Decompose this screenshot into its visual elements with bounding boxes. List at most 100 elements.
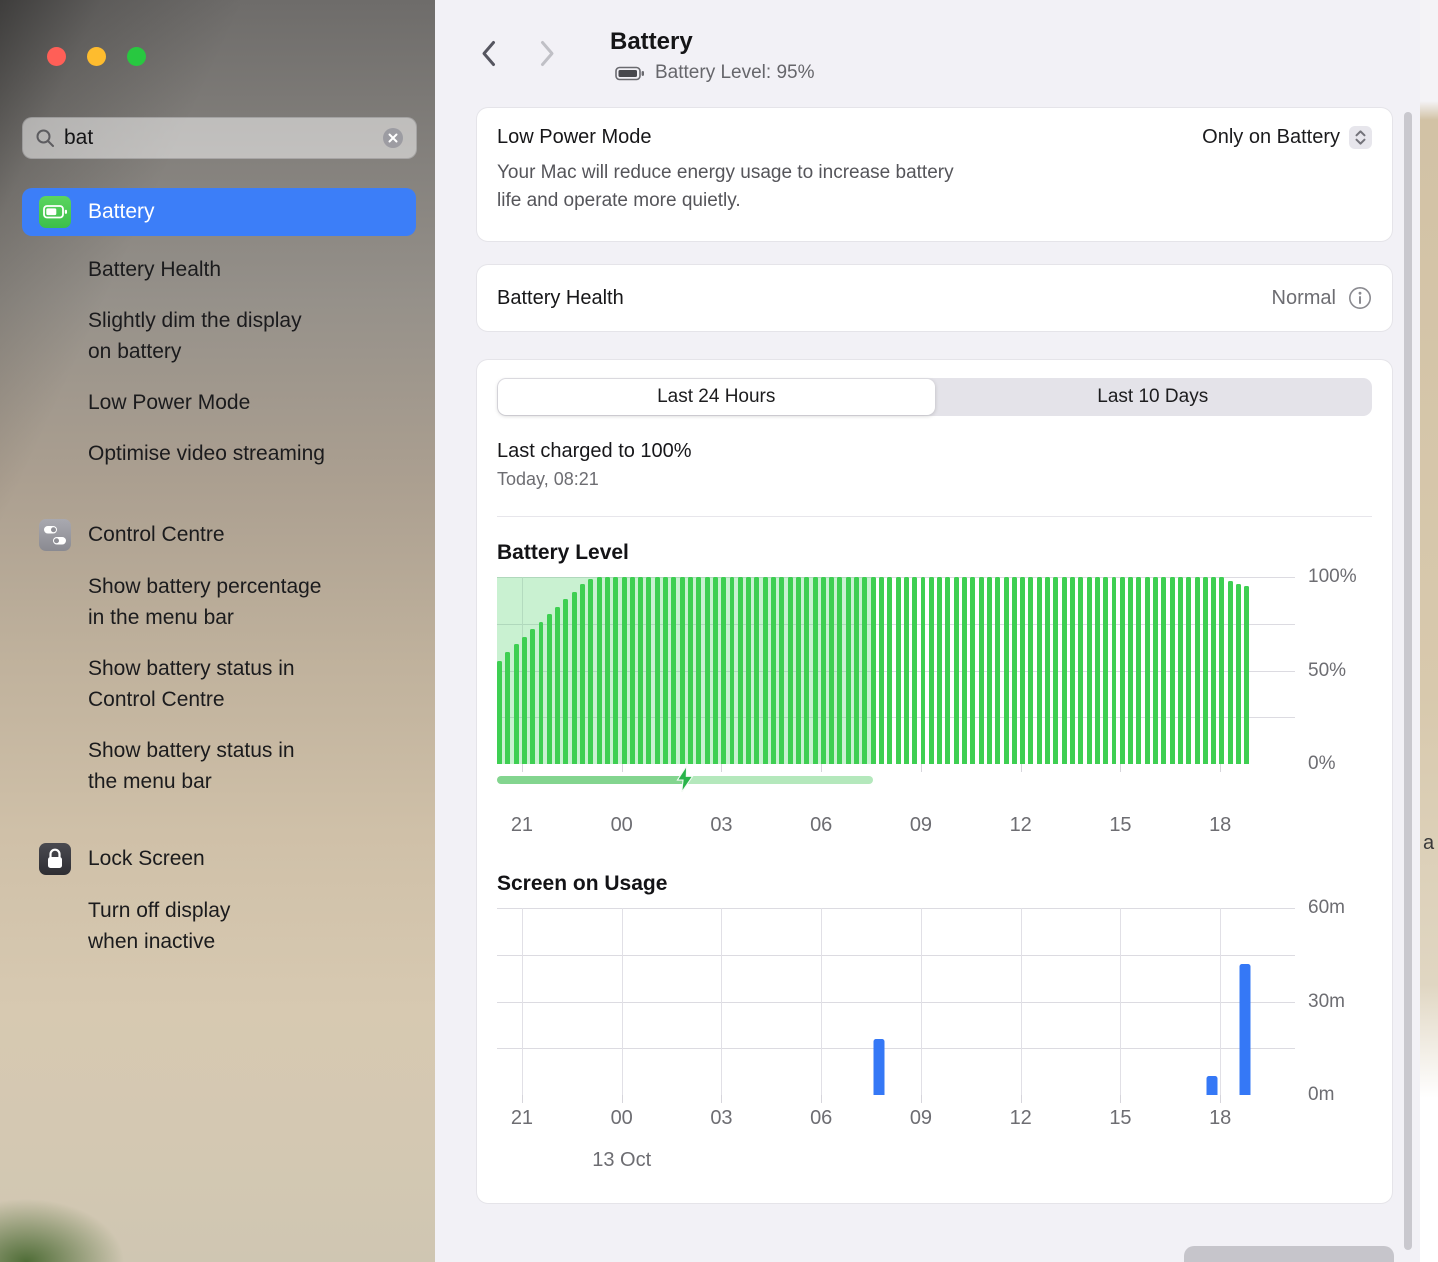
gridline-h (497, 908, 1295, 909)
battery-level-bar (663, 577, 669, 764)
battery-level-bar (721, 577, 727, 764)
scrollbar[interactable] (1404, 112, 1412, 1250)
sidebar-item-low-power-mode[interactable]: Low Power Mode (88, 387, 388, 418)
battery-level-bar (746, 577, 752, 764)
sidebar-item-optimise-video[interactable]: Optimise video streaming (88, 438, 388, 469)
search-input[interactable] (64, 126, 373, 150)
battery-level-bar (862, 577, 868, 764)
page-title: Battery (610, 28, 693, 55)
close-button[interactable] (47, 47, 66, 66)
battery-level-bar (497, 661, 502, 764)
x-tick-mark (1120, 764, 1122, 772)
x-tick-label: 09 (909, 814, 933, 836)
battery-level-bar (1227, 580, 1233, 764)
battery-level-y-axis: 100% 50% 0% (1295, 566, 1372, 774)
sidebar: Battery Battery Health Slightly dim the … (0, 0, 435, 1262)
x-tick-label: 06 (810, 814, 833, 836)
search-icon (36, 129, 54, 147)
sidebar-item-control-centre[interactable]: Control Centre (22, 519, 416, 551)
x-tick-label: 12 (1009, 1107, 1032, 1129)
charging-bolt-icon (675, 764, 694, 793)
battery-level-bar (804, 577, 810, 764)
battery-level-bar (895, 577, 901, 764)
sidebar-item-label: Control Centre (88, 523, 225, 546)
battery-level-bar (737, 577, 743, 764)
tab-last-24-hours[interactable]: Last 24 Hours (498, 379, 935, 415)
x-tick-mark (1020, 1095, 1022, 1103)
battery-level-chart: 100% 50% 0% (497, 566, 1372, 774)
stepper-icon (1349, 126, 1372, 149)
partial-button-bottom[interactable] (1184, 1246, 1394, 1262)
battery-level-bar (538, 621, 544, 764)
battery-level-bar (903, 577, 909, 764)
window-controls (47, 47, 146, 66)
battery-level-bar (829, 577, 835, 764)
battery-status-row: Battery Level: 95% (615, 62, 814, 84)
x-tick-mark (1020, 764, 1022, 772)
low-power-mode-popup[interactable]: Only on Battery (1202, 126, 1372, 149)
battery-level-chart-title: Battery Level (497, 541, 629, 564)
battery-level-bar (953, 577, 959, 764)
control-centre-icon (39, 519, 71, 551)
battery-level-bar (1094, 577, 1100, 764)
battery-level-bar (513, 644, 519, 764)
screen-usage-y-axis: 60m 30m 0m (1295, 897, 1372, 1105)
battery-level-bar (580, 584, 585, 764)
y-tick-label: 50% (1308, 659, 1347, 681)
x-tick-label: 03 (710, 1107, 733, 1129)
back-icon[interactable] (481, 40, 496, 67)
battery-level-bar (1219, 577, 1225, 764)
minimize-button[interactable] (87, 47, 106, 66)
tab-last-10-days[interactable]: Last 10 Days (935, 379, 1372, 415)
battery-health-value: Normal (1271, 286, 1336, 309)
y-tick-label: 30m (1308, 990, 1345, 1012)
gridline-h (497, 954, 1295, 956)
forward-icon[interactable] (540, 40, 555, 67)
clear-search-icon[interactable] (382, 127, 404, 149)
battery-level-bar (1003, 577, 1009, 764)
date-label: 13 Oct (592, 1149, 652, 1171)
battery-level-bar (596, 577, 602, 764)
battery-level-bar (1136, 577, 1142, 764)
battery-usage-card: Last 24 Hours Last 10 Days Last charged … (477, 360, 1392, 1203)
battery-level-bar (1020, 577, 1026, 764)
x-tick-label: 18 (1209, 1107, 1232, 1129)
battery-level-bar (1169, 577, 1175, 764)
x-tick-label: 18 (1209, 814, 1232, 836)
battery-level-bar (1036, 577, 1042, 764)
sidebar-item-lock-screen[interactable]: Lock Screen (22, 843, 416, 875)
x-tick-mark (1120, 1095, 1122, 1103)
battery-level-bar (1061, 577, 1067, 764)
battery-level-bar (937, 577, 943, 764)
sidebar-item-status-menu-bar[interactable]: Show battery status in the menu bar (88, 735, 388, 797)
battery-settings-pane: Battery Battery Level: 95% Low Power Mod… (435, 0, 1420, 1262)
info-icon[interactable] (1348, 286, 1372, 310)
sidebar-item-battery-health[interactable]: Battery Health (88, 254, 388, 285)
sidebar-item-label: Battery (88, 200, 155, 223)
battery-level-bar (571, 591, 577, 764)
sidebar-item-label: Lock Screen (88, 847, 205, 870)
battery-level-bar (854, 577, 860, 764)
battery-level-bar (845, 577, 851, 764)
screen-usage-plot (497, 908, 1295, 1095)
charging-strip (684, 776, 873, 784)
battery-level-bar (1244, 586, 1250, 764)
battery-level-bar (688, 577, 693, 764)
battery-health-card: Battery Health Normal (477, 265, 1392, 331)
x-tick-label: 12 (1009, 814, 1032, 836)
zoom-button[interactable] (127, 47, 146, 66)
gridline-h (497, 1048, 1295, 1050)
low-power-mode-description: Your Mac will reduce energy usage to inc… (497, 162, 954, 211)
sidebar-item-status-control-centre[interactable]: Show battery status in Control Centre (88, 653, 388, 715)
battery-level-bar (588, 578, 594, 764)
divider (497, 516, 1372, 517)
sidebar-item-dim-display[interactable]: Slightly dim the display on battery (88, 305, 388, 367)
sidebar-item-turn-off-display[interactable]: Turn off display when inactive (88, 895, 388, 957)
search-field[interactable] (22, 117, 417, 159)
battery-level-bar (820, 577, 826, 764)
battery-level-bar (1011, 577, 1017, 764)
sidebar-item-battery[interactable]: Battery (22, 188, 416, 236)
battery-level-bar (604, 577, 610, 764)
sidebar-item-battery-percentage[interactable]: Show battery percentage in the menu bar (88, 571, 388, 633)
battery-level-bar (795, 577, 801, 764)
